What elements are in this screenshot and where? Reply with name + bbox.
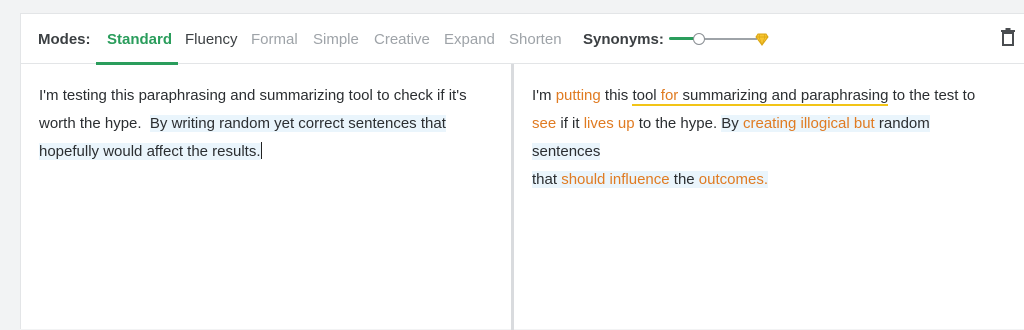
mode-simple[interactable]: Simple [313,31,359,48]
output-text: summarizing and paraphrasing [678,87,889,104]
mode-toolbar: Modes: Standard Fluency Formal Simple Cr… [21,14,1024,65]
changed-word[interactable]: putting [556,87,601,104]
text-cursor [260,142,262,159]
mode-creative[interactable]: Creative [374,31,430,48]
mode-fluency[interactable]: Fluency [185,31,238,48]
output-text: the [669,171,699,188]
modes-label: Modes: [38,31,91,48]
synonyms-slider[interactable] [669,32,769,46]
input-line-1: I'm testing this paraphrasing and summar… [39,87,467,104]
input-sentence-1-end: worth the hype. [39,115,142,132]
output-line-2: see if it lives up to the hype. By creat… [532,110,1002,166]
output-text: to the test to [888,87,976,104]
output-text: to the hype. [634,115,722,132]
output-line-1: I'm putting this tool for summarizing an… [532,82,1002,110]
output-line-3: that should influence the outcomes. [532,166,1002,194]
input-line-3: hopefully would affect the results. [39,138,479,166]
mode-shorten[interactable]: Shorten [509,31,562,48]
output-text: By [721,115,743,132]
changed-word[interactable]: outcomes. [699,171,768,188]
pane-divider[interactable] [511,64,514,330]
underlined-phrase[interactable]: tool for summarizing and paraphrasing [632,87,889,106]
input-highlight-sentence: By writing random yet correct sentences … [149,115,446,132]
changed-word[interactable]: for [661,87,679,104]
input-text-pane[interactable]: I'm testing this paraphrasing and summar… [39,82,479,166]
input-highlight-sentence-end: hopefully would affect the results. [39,143,261,160]
changed-word[interactable]: should influence [561,171,669,188]
output-text-pane[interactable]: I'm putting this tool for summarizing an… [532,82,1002,194]
output-text: tool [632,87,661,104]
active-mode-indicator [96,62,178,65]
changed-word[interactable]: see [532,115,556,132]
output-text: this [600,87,633,104]
input-line-2: worth the hype. By writing random yet co… [39,110,479,138]
paraphraser-app: Modes: Standard Fluency Formal Simple Cr… [20,13,1024,330]
output-highlight-sentence-end: that should influence the outcomes. [532,171,768,188]
changed-word[interactable]: lives up [584,115,635,132]
output-text: if it [556,115,584,132]
slider-handle[interactable] [693,33,705,45]
premium-diamond-icon [755,33,769,46]
output-text: I'm [532,87,556,104]
changed-word[interactable]: creating illogical but [743,115,875,132]
mode-standard[interactable]: Standard [107,31,172,48]
output-text: that [532,171,562,188]
slider-track [705,38,757,40]
slider-track-filled [669,37,695,40]
mode-expand[interactable]: Expand [444,31,495,48]
mode-formal[interactable]: Formal [251,31,298,48]
trash-icon[interactable] [1001,28,1015,46]
synonyms-label: Synonyms: [583,31,664,48]
